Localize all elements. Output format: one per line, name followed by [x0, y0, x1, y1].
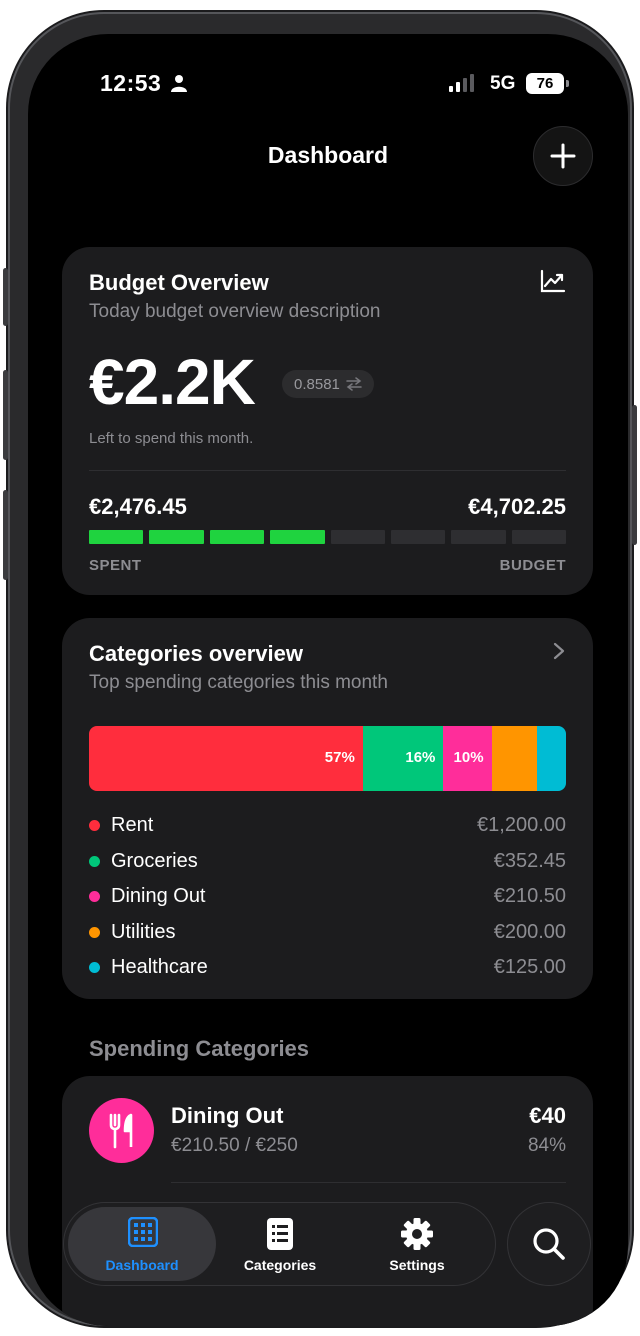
side-button: [632, 405, 637, 545]
battery-icon: 76: [526, 73, 564, 94]
exchange-rate-value: 0.8581: [294, 375, 340, 393]
spending-item-name: Dining Out: [171, 1103, 284, 1128]
search-icon: [533, 1228, 565, 1260]
side-button: [3, 268, 8, 326]
list-icon: [267, 1218, 293, 1250]
list-item[interactable]: Utilities €200.00: [89, 921, 566, 945]
tab-dashboard[interactable]: Dashboard: [68, 1207, 216, 1281]
add-button[interactable]: [533, 126, 593, 186]
side-button: [3, 490, 8, 580]
category-dot: [89, 820, 100, 831]
phone-frame: 12:53 5G 76 Dashboard Budget Overview To…: [8, 12, 632, 1326]
chart-trend-icon[interactable]: [540, 269, 566, 293]
left-to-spend-amount: €2.2K: [89, 346, 256, 418]
plus-icon: [550, 143, 576, 169]
tab-settings[interactable]: Settings: [347, 1203, 487, 1285]
category-dot: [89, 926, 100, 938]
category-name: Groceries: [111, 849, 198, 872]
share-percent-label: 57%: [324, 749, 355, 766]
budget-progress-bar: [89, 530, 566, 544]
categories-overview-subtitle: Top spending categories this month: [89, 672, 388, 693]
spending-item-progress: €210.50 / €250: [171, 1135, 298, 1156]
category-name: Healthcare: [111, 956, 208, 978]
tab-dashboard-label: Dashboard: [105, 1257, 179, 1273]
list-item[interactable]: Healthcare €125.00: [89, 956, 566, 980]
gear-icon: [401, 1218, 433, 1250]
share-percent-label: 16%: [405, 749, 436, 766]
tab-categories-label: Categories: [243, 1257, 317, 1273]
category-amount: €125.00: [493, 956, 566, 978]
categories-overview-title: Categories overview: [89, 641, 303, 666]
category-amount: €1,200.00: [477, 814, 566, 836]
category-dot: [89, 891, 100, 902]
share-segment: 10%: [443, 726, 492, 791]
category-amount: €200.00: [493, 920, 566, 943]
search-button[interactable]: [507, 1202, 591, 1286]
category-name: Dining Out: [111, 885, 206, 907]
progress-segment: [390, 530, 446, 544]
budget-overview-title: Budget Overview: [89, 270, 269, 295]
share-segment: [491, 726, 538, 791]
tab-settings-label: Settings: [389, 1257, 445, 1273]
budget-caption: BUDGET: [499, 557, 566, 574]
dashboard-grid-icon: [128, 1217, 158, 1247]
fork-knife-icon: [89, 1098, 154, 1163]
divider: [171, 1182, 566, 1183]
tab-categories[interactable]: Categories: [210, 1203, 350, 1285]
progress-segment: [89, 530, 144, 544]
list-item[interactable]: Rent €1,200.00: [89, 814, 566, 838]
spending-categories-card: Dining Out €210.50 / €250 €40 84%: [62, 1076, 593, 1326]
screen: 12:53 5G 76 Dashboard Budget Overview To…: [28, 34, 628, 1326]
spent-amount: €2,476.45: [89, 494, 187, 519]
share-segment: 57%: [89, 726, 363, 791]
spending-categories-title: Spending Categories: [89, 1036, 310, 1061]
category-share-bar: 57% 16% 10%: [89, 726, 566, 791]
progress-segment: [270, 530, 325, 544]
progress-segment: [209, 530, 265, 544]
budget-amount: €4,702.25: [468, 494, 566, 519]
status-bar: 12:53 5G 76: [28, 70, 628, 100]
person-icon: [171, 75, 187, 92]
budget-overview-subtitle: Today budget overview description: [89, 301, 381, 322]
cellular-signal-icon: [449, 74, 474, 92]
chevron-right-icon[interactable]: [553, 642, 565, 660]
battery-tip: [566, 80, 569, 87]
list-item[interactable]: Dining Out €210.50 / €250 €40 84%: [62, 1076, 593, 1182]
progress-segment: [511, 530, 566, 544]
share-percent-label: 10%: [453, 749, 484, 766]
category-dot: [89, 855, 100, 867]
status-time: 12:53: [100, 70, 162, 96]
category-amount: €352.45: [493, 849, 566, 872]
spending-item-remaining: €40: [529, 1103, 566, 1128]
spent-caption: SPENT: [89, 557, 142, 574]
network-type: 5G: [490, 73, 516, 94]
category-name: Utilities: [111, 920, 176, 943]
share-segment: 16%: [362, 726, 444, 791]
side-button: [3, 370, 8, 460]
list-item[interactable]: Groceries €352.45: [89, 850, 566, 874]
swap-arrows-icon: [346, 377, 362, 391]
share-segment: [537, 726, 566, 791]
category-name: Rent: [111, 814, 154, 836]
progress-segment: [330, 530, 385, 544]
list-item[interactable]: Dining Out €210.50: [89, 885, 566, 909]
tab-bar: Dashboard Categories Settings: [63, 1202, 496, 1286]
exchange-rate-pill[interactable]: 0.8581: [282, 370, 374, 398]
categories-overview-card[interactable]: Categories overview Top spending categor…: [62, 618, 593, 999]
budget-overview-card[interactable]: Budget Overview Today budget overview de…: [62, 247, 593, 595]
category-amount: €210.50: [493, 885, 566, 907]
left-to-spend-label: Left to spend this month.: [89, 430, 254, 447]
progress-segment: [149, 530, 204, 544]
divider: [89, 470, 566, 471]
progress-segment: [451, 530, 506, 544]
spending-item-percent: 84%: [527, 1135, 566, 1156]
category-dot: [89, 962, 100, 973]
